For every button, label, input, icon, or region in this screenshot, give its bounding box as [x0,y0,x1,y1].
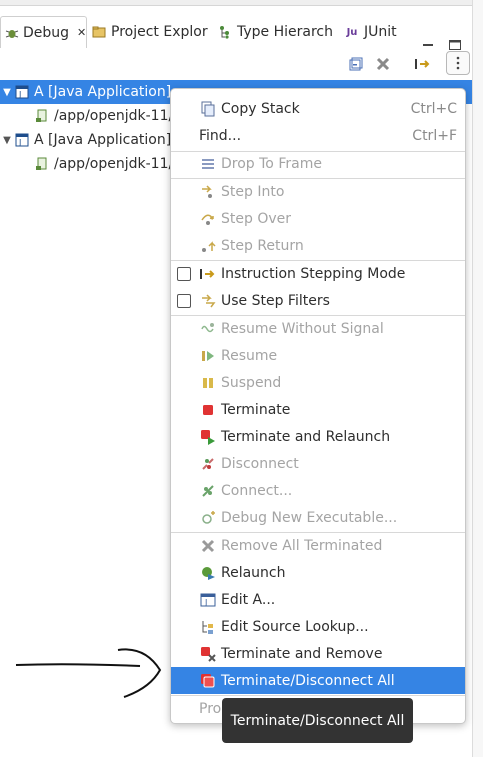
remove-all-terminated-icon [199,537,217,555]
menu-item-suspend[interactable]: Suspend [171,369,465,396]
eclipse-debug-view: Debug ✕ Project Explor Type Hierarch Ju … [0,0,483,757]
drop-to-frame-icon [199,155,217,173]
tab-type-hierarchy[interactable]: Type Hierarch [217,16,337,48]
svg-text:J: J [18,90,21,99]
collapse-all-icon[interactable] [346,54,366,74]
junit-icon: Ju [346,26,358,38]
menu-item-find[interactable]: Find... Ctrl+F [171,122,465,149]
step-return-icon [199,237,217,255]
type-hierarchy-icon [217,24,233,40]
tab-label: Type Hierarch [237,24,333,40]
java-application-icon: J [14,84,30,100]
menu-item-drop-to-frame[interactable]: Drop To Frame [171,150,465,177]
terminate-remove-icon [199,645,217,663]
svg-text:J: J [18,138,21,147]
view-tab-bar: Debug ✕ Project Explor Type Hierarch Ju … [0,16,470,50]
tree-item-label: /app/openjdk-11/b [54,108,183,124]
edit-config-icon: J [199,591,217,609]
terminate-all-icon [199,672,217,690]
java-application-icon: J [14,132,30,148]
debug-new-executable-icon [199,509,217,527]
menu-item-terminate-and-remove[interactable]: Terminate and Remove [171,640,465,667]
checkbox[interactable] [177,293,191,308]
menu-item-remove-all-terminated[interactable]: Remove All Terminated [171,532,465,559]
menu-item-terminate-disconnect-all[interactable]: Terminate/Disconnect All [171,667,465,694]
menu-item-step-into[interactable]: Step Into [171,178,465,205]
menu-item-relaunch[interactable]: Relaunch [171,559,465,586]
edit-source-lookup-icon [199,618,217,636]
tab-debug[interactable]: Debug ✕ [0,16,87,48]
menu-item-copy-stack[interactable]: Copy Stack Ctrl+C [171,95,465,122]
instruction-stepping-icon [199,265,217,283]
menu-item-terminate-and-relaunch[interactable]: Terminate and Relaunch [171,423,465,450]
step-into-icon [199,183,217,201]
project-explorer-icon [91,24,107,40]
step-mode-icon[interactable] [413,54,433,74]
tree-item-label: A [Java Application] [34,84,172,100]
connect-icon [199,482,217,500]
menu-item-resume-without-signal[interactable]: Resume Without Signal [171,315,465,342]
terminate-relaunch-icon [199,428,217,446]
menu-item-use-step-filters[interactable]: Use Step Filters [171,287,465,314]
step-over-icon [199,210,217,228]
menu-item-connect[interactable]: Connect... [171,477,465,504]
remove-terminated-icon[interactable] [373,54,393,74]
checkbox[interactable] [177,266,191,281]
resume-icon [199,347,217,365]
tab-label: Debug [23,24,70,41]
tab-label: Project Explor [111,24,208,40]
tab-project-explorer[interactable]: Project Explor [91,16,211,48]
expand-arrow-icon[interactable]: ▼ [0,87,14,98]
close-icon[interactable]: ✕ [77,26,86,39]
tab-junit[interactable]: Ju JUnit [344,16,404,48]
menu-item-debug-new-executable[interactable]: Debug New Executable... [171,504,465,531]
menu-item-terminate[interactable]: Terminate [171,396,465,423]
relaunch-icon [199,564,217,582]
resume-without-signal-icon [199,320,217,338]
menu-item-edit-config[interactable]: J Edit A... [171,586,465,613]
context-menu: Copy Stack Ctrl+C Find... Ctrl+F Drop To… [170,88,466,724]
tree-item-label: A [Java Application] [34,132,172,148]
suspend-icon [199,374,217,392]
tab-label: JUnit [364,24,397,40]
debug-icon [5,25,19,41]
menu-item-step-over[interactable]: Step Over [171,205,465,232]
menu-item-disconnect[interactable]: Disconnect [171,450,465,477]
top-toolbar-strip [0,0,483,6]
copy-stack-icon [199,100,217,118]
menu-item-resume[interactable]: Resume [171,342,465,369]
view-menu-button[interactable] [446,51,470,75]
disconnect-icon [199,455,217,473]
tooltip: Terminate/Disconnect All [222,698,413,743]
view-toolbar [0,48,472,80]
menu-item-edit-source-lookup[interactable]: Edit Source Lookup... [171,613,465,640]
menu-item-instruction-stepping-mode[interactable]: Instruction Stepping Mode [171,260,465,287]
hand-drawn-arrow-icon [15,648,162,698]
process-icon [34,108,50,124]
svg-text:J: J [204,598,207,607]
step-filters-icon [199,292,217,310]
right-panel-edge [472,0,483,757]
terminate-icon [199,401,217,419]
expand-arrow-icon[interactable]: ▼ [0,135,14,146]
tree-item-label: /app/openjdk-11/b [54,156,183,172]
menu-item-step-return[interactable]: Step Return [171,232,465,259]
process-icon [34,156,50,172]
